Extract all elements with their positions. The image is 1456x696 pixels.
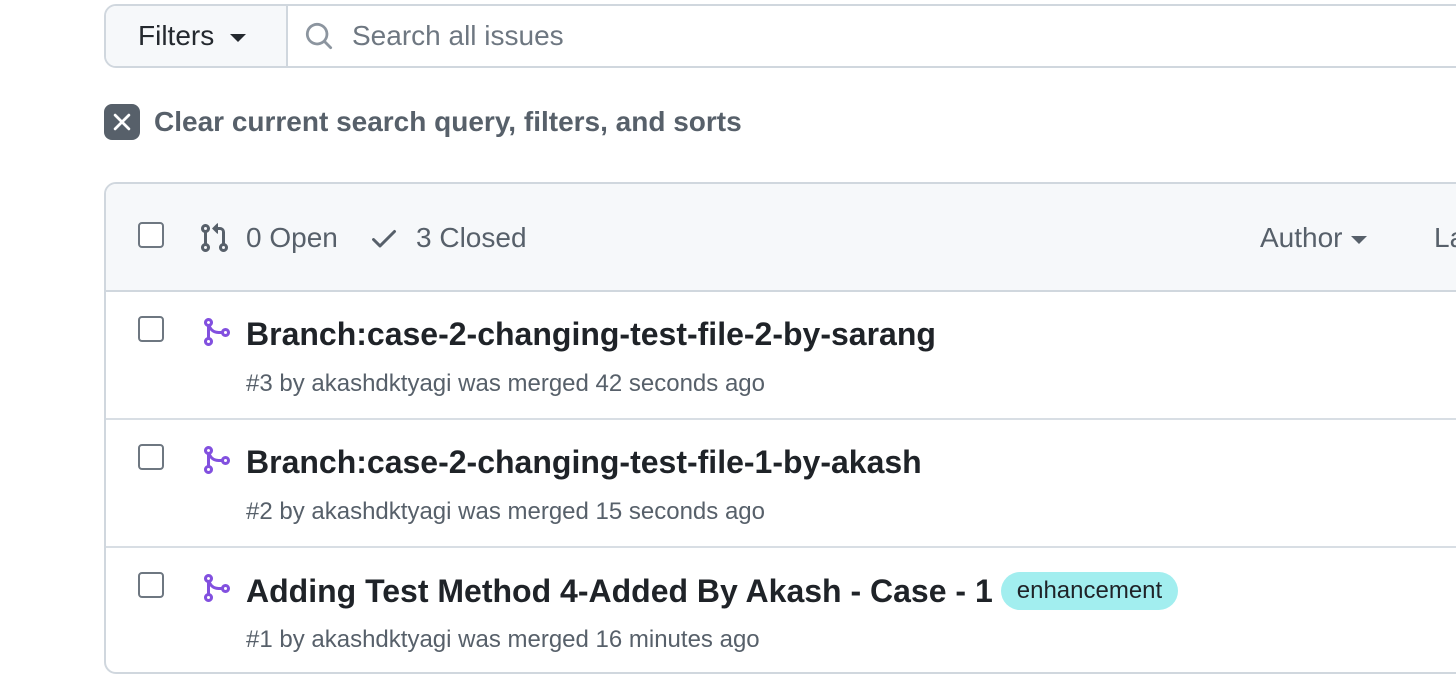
list-item: Branch:case-2-changing-test-file-2-by-sa… <box>106 292 1456 420</box>
git-merge-icon <box>204 446 231 474</box>
filters-label: Filters <box>138 20 215 51</box>
clear-filters-text: Clear current search query, filters, and… <box>154 106 742 137</box>
author-label: Author <box>1260 222 1343 253</box>
enhancement-label[interactable]: enhancement <box>1000 572 1179 610</box>
filter-bar: Filters <box>104 4 1456 68</box>
pull-request-list: 0 Open 3 Closed Author La Branch:case-2-… <box>104 182 1456 674</box>
pr-meta: #1 by akashdktyagi was merged 16 minutes… <box>246 626 760 653</box>
pr-title-text: Branch:case-2-changing-test-file-2-by-sa… <box>246 316 936 352</box>
chevron-down-icon <box>230 34 247 42</box>
list-item: Adding Test Method 4-Added By Akash - Ca… <box>106 548 1456 672</box>
pr-checkbox[interactable] <box>138 316 164 342</box>
pr-checkbox[interactable] <box>138 444 164 470</box>
search-input[interactable] <box>352 20 1252 52</box>
label-filter-text: La <box>1434 222 1456 253</box>
git-merge-icon <box>204 318 231 346</box>
chevron-down-icon <box>1350 236 1367 244</box>
pr-title-link[interactable]: Adding Test Method 4-Added By Akash - Ca… <box>246 572 1179 610</box>
git-pull-request-icon <box>200 223 229 253</box>
pr-title-link[interactable]: Branch:case-2-changing-test-file-1-by-ak… <box>246 444 922 481</box>
clear-filters-link[interactable]: Clear current search query, filters, and… <box>104 104 742 140</box>
select-all-checkbox[interactable] <box>138 222 164 248</box>
pr-title-text: Adding Test Method 4-Added By Akash - Ca… <box>246 572 993 609</box>
open-count: 0 Open <box>246 222 338 253</box>
pr-title-text: Branch:case-2-changing-test-file-1-by-ak… <box>246 444 922 480</box>
check-icon <box>372 230 396 248</box>
filters-dropdown-button[interactable]: Filters <box>106 6 288 66</box>
label-filter-dropdown[interactable]: La <box>1434 184 1456 292</box>
closed-filter-tab[interactable]: 3 Closed <box>368 184 527 292</box>
close-icon <box>104 104 140 140</box>
open-filter-tab[interactable]: 0 Open <box>198 184 338 292</box>
search-box <box>288 6 1456 66</box>
pr-meta: #2 by akashdktyagi was merged 15 seconds… <box>246 498 765 525</box>
author-filter-dropdown[interactable]: Author <box>1260 184 1367 292</box>
list-item: Branch:case-2-changing-test-file-1-by-ak… <box>106 420 1456 548</box>
closed-count: 3 Closed <box>416 222 527 253</box>
search-icon <box>305 22 333 50</box>
pr-title-link[interactable]: Branch:case-2-changing-test-file-2-by-sa… <box>246 316 936 353</box>
list-header: 0 Open 3 Closed Author La <box>106 184 1456 292</box>
git-merge-icon <box>204 574 231 602</box>
pr-checkbox[interactable] <box>138 572 164 598</box>
pr-meta: #3 by akashdktyagi was merged 42 seconds… <box>246 370 765 397</box>
